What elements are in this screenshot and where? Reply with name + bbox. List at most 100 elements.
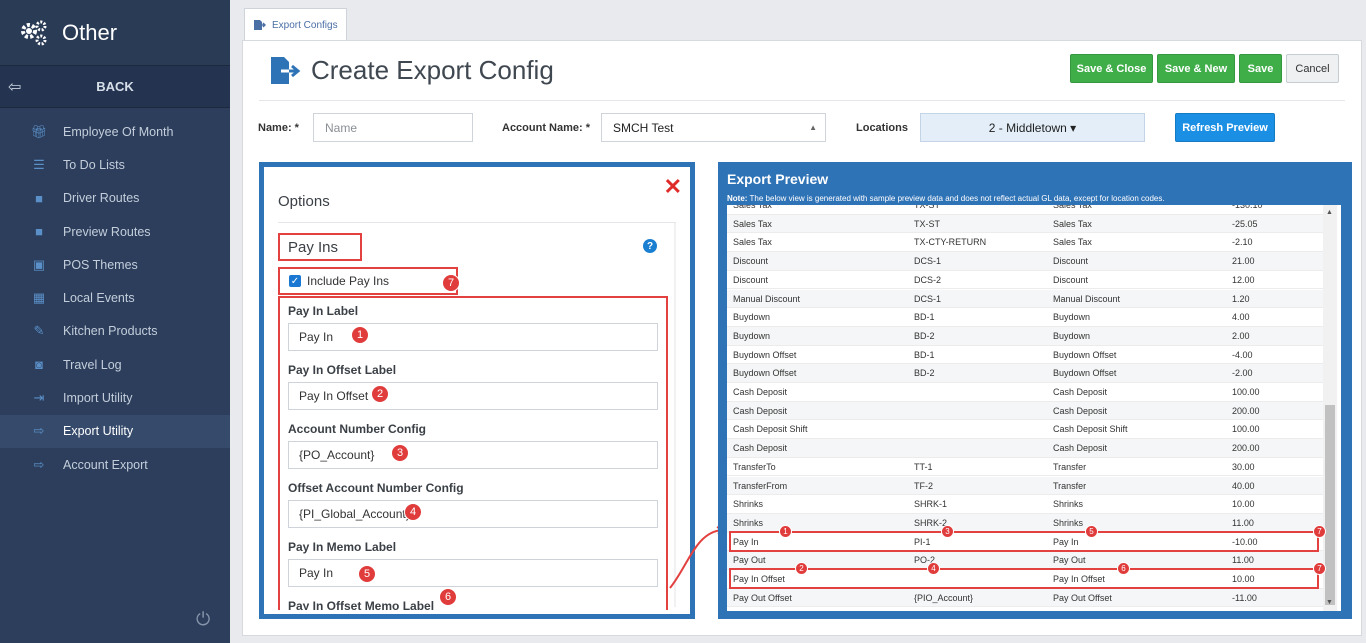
tab-export-configs[interactable]: Export Configs [244,8,347,41]
account-name-select[interactable]: SMCH Test ▲ [601,113,826,142]
table-cell: Sales Tax [1053,205,1092,210]
table-cell: 11.00 [1232,517,1254,528]
row-highlight [729,568,1319,589]
table-cell: TX-CTY-RETURN [914,237,987,248]
table-row: TransferTo TT-1 Transfer 30.00 [727,458,1323,477]
sidebar-item-travel-log[interactable]: ◙ Travel Log [0,348,230,381]
table-cell: Buydown Offset [733,349,797,360]
table-cell: {PIO_Account} [914,592,974,603]
table-cell: Buydown [1053,312,1091,323]
table-cell: -4.00 [1232,349,1253,360]
table-cell: Cash Deposit Shift [1053,424,1128,435]
account-number-config-input[interactable]: {PO_Account} [288,441,658,469]
chevron-down-icon: ▲ [809,123,817,132]
include-pay-ins-checkbox[interactable]: ✓ Include Pay Ins [278,267,458,295]
tab-label: Export Configs [272,19,338,31]
save-new-button[interactable]: Save & New [1157,54,1235,83]
annotation-badge: 2 [371,385,389,403]
table-cell: 10.00 [1232,499,1255,510]
table-cell: Cash Deposit [1053,443,1108,454]
sidebar-item-label: Local Events [63,291,135,306]
table-cell: 40.00 [1232,480,1255,491]
table-cell: Buydown [733,312,771,323]
options-scroll-area[interactable]: Pay Ins ? ✓ Include Pay Ins 7 Pay In Lab… [278,222,676,610]
annotation-badge: 3 [391,444,409,462]
annotation-badge: 6 [1117,562,1130,575]
table-cell: 100.00 [1232,387,1260,397]
pay-in-memo-label-input[interactable]: Pay In [288,559,658,587]
table-row: Manual Discount DCS-1 Manual Discount 1.20 [727,289,1323,309]
table-cell: Manual Discount [733,293,801,304]
annotation-badge: 3 [941,524,954,538]
table-cell: Transfer [1053,480,1087,491]
export-preview-title: Export Preview [727,171,829,187]
table-cell: Buydown Offset [1053,349,1117,360]
table-row: Sales Tax TX-ST Sales Tax -130.10 [727,205,1323,215]
scroll-down-icon[interactable]: ▼ [1326,599,1333,606]
cancel-button[interactable]: Cancel [1286,54,1339,83]
field-label: Pay In Memo Label [288,540,397,554]
table-cell: -25.05 [1232,218,1258,229]
annotation-badge: 7 [1313,524,1326,538]
table-cell: Cash Deposit [1053,387,1108,397]
table-row: Buydown BD-2 Buydown 2.00 [727,326,1323,346]
annotation-badge: 4 [927,562,940,575]
pay-in-label-input[interactable]: Pay In [288,323,658,351]
module-title: Other [62,19,118,45]
table-cell: Buydown [733,330,771,341]
table-cell: Cash Deposit Shift [733,424,808,435]
sidebar-item-driver-routes[interactable]: ■ Driver Routes [0,182,230,215]
table-row: Cash Deposit Cash Deposit 200.00 [727,439,1323,458]
save-close-button[interactable]: Save & Close [1070,54,1153,83]
account-name-value: SMCH Test [613,120,674,135]
pay-in-offset-label-input[interactable]: Pay In Offset [288,382,658,410]
main-area: Export Configs Create Export Config Save… [230,0,1366,643]
help-icon[interactable]: ? [643,239,657,253]
scroll-up-icon[interactable]: ▲ [1326,209,1333,216]
back-button[interactable]: ⇦ BACK [0,66,230,108]
table-cell: 21.00 [1232,256,1255,267]
table-cell: -130.10 [1232,205,1263,210]
offset-account-number-config-input[interactable]: {PI_Global_Account} [288,500,658,528]
table-row: Sales Tax TX-ST Sales Tax -25.05 [727,214,1323,234]
locations-dropdown[interactable]: 2 - Middletown ▾ [920,113,1145,142]
table-row: TransferFrom TF-2 Transfer 40.00 [727,476,1323,496]
sidebar-item-import-utility[interactable]: ⇥ Import Utility [0,381,230,414]
sidebar-item-kitchen-products[interactable]: ✎ Kitchen Products [0,315,230,348]
page-title-text: Create Export Config [311,55,554,85]
sidebar-item-local-events[interactable]: ▦ Local Events [0,281,230,314]
table-cell: Cash Deposit [733,443,788,454]
sidebar-item-preview-routes[interactable]: ■ Preview Routes [0,215,230,248]
sidebar: Other ⇦ BACK 🎁︎ Employee Of Month ☰ To Do … [0,0,230,643]
preview-note: Note: The below view is generated with s… [727,194,1165,203]
name-label: Name: * [258,122,299,134]
gears-icon [21,20,47,45]
scrollbar-thumb[interactable] [1325,405,1335,605]
table-cell: Discount [1053,256,1089,267]
field-label: Pay In Label [288,304,359,318]
sidebar-item-pos-themes[interactable]: ▣ POS Themes [0,248,230,281]
refresh-preview-button[interactable]: Refresh Preview [1175,113,1275,142]
preview-scrollbar[interactable]: ▲ ▼ [1323,205,1337,611]
table-cell: Sales Tax [1053,218,1092,229]
close-icon[interactable]: ✕ [664,174,682,200]
name-input[interactable]: Name [313,113,473,142]
sidebar-item-account-export[interactable]: ⇨ Account Export [0,448,230,481]
save-button[interactable]: Save [1239,54,1282,83]
power-icon[interactable]: ⏻ [196,609,218,631]
truck-icon: ■ [35,190,43,206]
table-cell: Sales Tax [733,237,772,248]
table-cell: Cash Deposit [733,405,788,416]
sidebar-item-employee-of-month[interactable]: 🎁︎ Employee Of Month [0,115,230,148]
table-cell: BD-2 [914,330,935,341]
sidebar-item-to-do-lists[interactable]: ☰ To Do Lists [0,148,230,181]
include-pay-ins-label: Include Pay Ins [307,274,390,288]
sidebar-item-export-utility[interactable]: ⇨ Export Utility [0,414,230,448]
export-icon: ⇨ [33,456,45,472]
table-row: Discount DCS-2 Discount 12.00 [727,271,1323,290]
table-cell: TF-2 [914,480,933,491]
wrench-icon: ✎ [33,323,45,339]
sidebar-item-label: Travel Log [63,357,122,372]
table-cell: Shrinks [733,517,764,528]
table-cell: SHRK-1 [914,499,948,510]
